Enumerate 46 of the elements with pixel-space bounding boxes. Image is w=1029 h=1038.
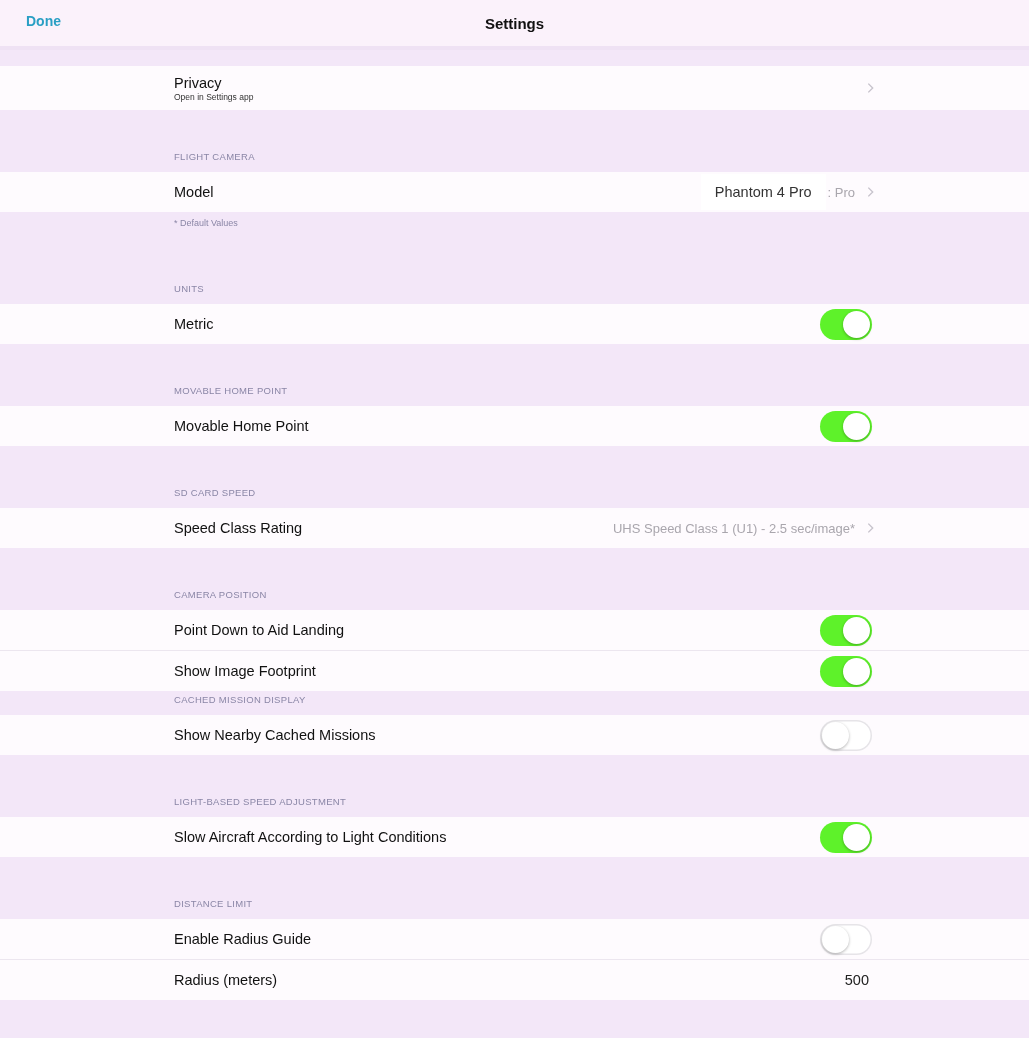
toggle-switch[interactable] [820, 719, 872, 751]
row-label: Metric [174, 316, 215, 332]
toggle-switch[interactable] [820, 308, 872, 340]
settings-row[interactable]: Enable Radius Guide [0, 919, 1029, 959]
row-subtitle: Open in Settings app [174, 91, 255, 102]
value-text: : Pro [827, 184, 855, 200]
chevron-icon [867, 522, 874, 534]
row-label: Movable Home Point [174, 418, 310, 434]
section-header: SD CARD SPEED [173, 486, 257, 500]
section-header: DISTANCE LIMIT [173, 897, 254, 911]
toggle-switch[interactable] [820, 655, 872, 687]
row-label: Show Nearby Cached Missions [174, 727, 377, 743]
section-header: LIGHT-BASED SPEED ADJUSTMENT [173, 795, 348, 809]
chevron-icon [867, 82, 874, 94]
row-label: Point Down to Aid Landing [174, 622, 346, 638]
section-header: CACHED MISSION DISPLAY [173, 693, 307, 707]
section-header: MOVABLE HOME POINT [173, 384, 289, 398]
toggle-switch[interactable] [820, 410, 872, 442]
value-text: UHS Speed Class 1 (U1) - 2.5 sec/image* [612, 520, 855, 536]
toggle-switch[interactable] [820, 821, 872, 853]
settings-row[interactable]: Point Down to Aid Landing [0, 610, 1029, 650]
section-footer: * Default Values [0, 212, 1029, 242]
section-header: FLIGHT CAMERA [173, 150, 256, 164]
nav-title: Settings [484, 14, 545, 32]
settings-row[interactable]: Privacy Open in Settings app [0, 66, 1029, 110]
row-label: Radius (meters) [174, 972, 279, 988]
settings-row[interactable]: Show Nearby Cached Missions [0, 715, 1029, 755]
row-label: Show Image Footprint [174, 663, 317, 679]
settings-row[interactable]: Speed Class Rating UHS Speed Class 1 (U1) - 2.5 sec/image* [0, 508, 1029, 548]
settings-row[interactable]: Slow Aircraft According to Light Conditions [0, 817, 1029, 857]
value-text: 500 [844, 972, 869, 988]
settings-row[interactable]: Movable Home Point [0, 406, 1029, 446]
row-label: Enable Radius Guide [174, 931, 313, 947]
settings-row[interactable]: Metric [0, 304, 1029, 344]
value-text: Phantom 4 Pro [700, 174, 826, 210]
row-label: Model [174, 184, 215, 200]
chevron-icon [867, 186, 874, 198]
row-label: Slow Aircraft According to Light Conditions [174, 829, 448, 845]
settings-row[interactable]: Model Phantom 4 Pro : Pro [0, 172, 1029, 212]
section-header: UNITS [173, 282, 205, 296]
row-label: Speed Class Rating [174, 520, 304, 536]
settings-row[interactable]: Show Image Footprint [0, 650, 1029, 691]
section-header: CAMERA POSITION [173, 588, 268, 602]
toggle-switch[interactable] [820, 614, 872, 646]
row-label: Privacy [174, 74, 223, 91]
toggle-switch[interactable] [820, 923, 872, 955]
